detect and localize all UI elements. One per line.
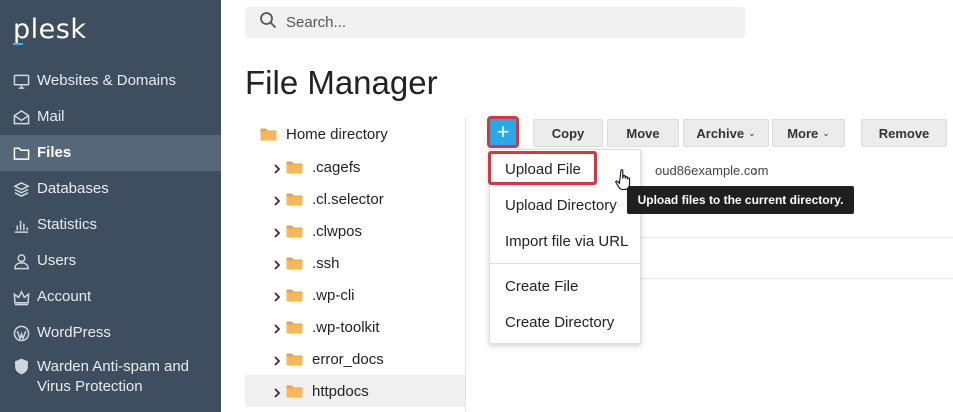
- sidebar-item-label: Statistics: [37, 216, 98, 233]
- breadcrumb[interactable]: oud86example.com: [655, 163, 768, 178]
- folder-icon: [260, 127, 277, 141]
- more-button-label: More: [787, 125, 819, 141]
- folder-icon: [286, 352, 303, 366]
- menu-item-import-file-via-url[interactable]: Import file via URL: [490, 223, 640, 259]
- tooltip: Upload files to the current directory.: [627, 186, 854, 214]
- sidebar-item-label: Mail: [37, 108, 65, 125]
- tree-item-label: .clwpos: [312, 222, 363, 240]
- chevron-right-icon[interactable]: [272, 193, 284, 206]
- layers-icon: [12, 180, 30, 198]
- folder-icon: [286, 320, 303, 334]
- chevron-down-icon: ⌄: [748, 127, 756, 138]
- sidebar-nav: Websites & Domains Mail Files Databases …: [0, 63, 221, 399]
- menu-item-create-file[interactable]: Create File: [490, 268, 640, 304]
- chevron-down-icon: ⌄: [822, 127, 830, 138]
- chevron-right-icon: ›: [753, 163, 758, 178]
- shield-icon: [12, 357, 30, 375]
- sidebar-item-label: Databases: [37, 180, 109, 197]
- sidebar: plesk Websites & Domains Mail Files Data…: [0, 0, 221, 412]
- upload-file-highlight: [488, 151, 597, 185]
- sidebar-item-users[interactable]: Users: [0, 243, 221, 279]
- search-input[interactable]: [286, 14, 686, 31]
- chevron-right-icon[interactable]: [272, 321, 284, 334]
- divider: [640, 278, 953, 279]
- tree-item-httpdocs[interactable]: httpdocs: [245, 375, 466, 407]
- menu-item-create-directory[interactable]: Create Directory: [490, 304, 640, 340]
- archive-button-label: Archive: [696, 125, 745, 141]
- add-button[interactable]: +: [487, 116, 519, 148]
- bar-chart-icon: [12, 216, 30, 234]
- tree-item-error-docs[interactable]: error_docs: [245, 343, 466, 375]
- user-icon: [12, 252, 30, 270]
- tree-item-label: .cagefs: [312, 158, 361, 176]
- crown-icon: [12, 288, 30, 306]
- sidebar-item-websites-domains[interactable]: Websites & Domains: [0, 63, 221, 99]
- tree-item-home[interactable]: Home directory: [245, 117, 466, 151]
- tree-item-cagefs[interactable]: .cagefs: [245, 151, 466, 183]
- page-title: File Manager: [245, 64, 438, 101]
- tree-item-label: error_docs: [312, 350, 384, 368]
- chevron-right-icon[interactable]: [272, 225, 284, 238]
- tree-divider: [465, 118, 466, 412]
- sidebar-item-warden[interactable]: Warden Anti-spam and Virus Protection: [0, 351, 221, 399]
- plesk-logo[interactable]: plesk: [13, 14, 86, 45]
- sidebar-item-mail[interactable]: Mail: [0, 99, 221, 135]
- tree-item-label: .wp-cli: [312, 286, 355, 304]
- tree-item-label: .cl.selector: [312, 190, 384, 208]
- plus-icon: +: [496, 119, 510, 144]
- directory-tree: Home directory .cagefs .cl.selector .clw…: [245, 117, 466, 407]
- folder-icon: [12, 144, 30, 162]
- menu-item-upload-directory[interactable]: Upload Directory: [490, 187, 640, 223]
- folder-icon: [286, 160, 303, 174]
- search-icon: [259, 11, 277, 34]
- sidebar-item-files[interactable]: Files: [0, 135, 221, 171]
- sidebar-item-label: Warden Anti-spam and Virus Protection: [37, 358, 190, 395]
- folder-icon: [286, 384, 303, 398]
- monitor-icon: [12, 72, 30, 90]
- tree-item-ssh[interactable]: .ssh: [245, 247, 466, 279]
- tree-item-label: Home directory: [286, 125, 388, 143]
- sidebar-item-databases[interactable]: Databases: [0, 171, 221, 207]
- search-bar[interactable]: [245, 7, 745, 38]
- folder-icon: [286, 224, 303, 238]
- chevron-right-icon[interactable]: [272, 161, 284, 174]
- envelope-icon: [12, 108, 30, 126]
- sidebar-item-account[interactable]: Account: [0, 279, 221, 315]
- sidebar-item-label: Account: [37, 288, 92, 305]
- archive-button[interactable]: Archive ⌄: [683, 119, 769, 147]
- remove-button[interactable]: Remove: [861, 119, 947, 147]
- logo-accent-bar: [13, 43, 23, 45]
- more-button[interactable]: More ⌄: [772, 119, 845, 147]
- tree-item-label: .wp-toolkit: [312, 318, 380, 336]
- folder-icon: [286, 288, 303, 302]
- sidebar-item-label: Files: [37, 144, 72, 161]
- tree-item-clwpos[interactable]: .clwpos: [245, 215, 466, 247]
- sidebar-item-wordpress[interactable]: WordPress: [0, 315, 221, 351]
- folder-icon: [286, 192, 303, 206]
- chevron-right-icon[interactable]: [272, 353, 284, 366]
- menu-separator: [490, 263, 640, 264]
- hand-cursor-icon: [615, 168, 633, 192]
- folder-icon: [286, 256, 303, 270]
- divider: [640, 237, 953, 238]
- tree-item-label: .ssh: [312, 254, 340, 272]
- chevron-right-icon[interactable]: [272, 289, 284, 302]
- copy-button-label: Copy: [551, 125, 585, 141]
- remove-button-label: Remove: [878, 125, 930, 141]
- tree-item-wp-toolkit[interactable]: .wp-toolkit: [245, 311, 466, 343]
- chevron-right-icon[interactable]: [272, 257, 284, 270]
- tree-item-label: httpdocs: [312, 382, 369, 400]
- tree-item-wp-cli[interactable]: .wp-cli: [245, 279, 466, 311]
- sidebar-item-label: WordPress: [37, 324, 111, 341]
- sidebar-item-statistics[interactable]: Statistics: [0, 207, 221, 243]
- tree-item-cl-selector[interactable]: .cl.selector: [245, 183, 466, 215]
- wordpress-icon: [12, 324, 30, 342]
- chevron-right-icon[interactable]: [272, 385, 284, 398]
- sidebar-item-label: Users: [37, 252, 77, 269]
- move-button-label: Move: [626, 125, 660, 141]
- sidebar-item-label: Websites & Domains: [37, 72, 176, 89]
- copy-button[interactable]: Copy: [533, 119, 603, 147]
- move-button[interactable]: Move: [607, 119, 679, 147]
